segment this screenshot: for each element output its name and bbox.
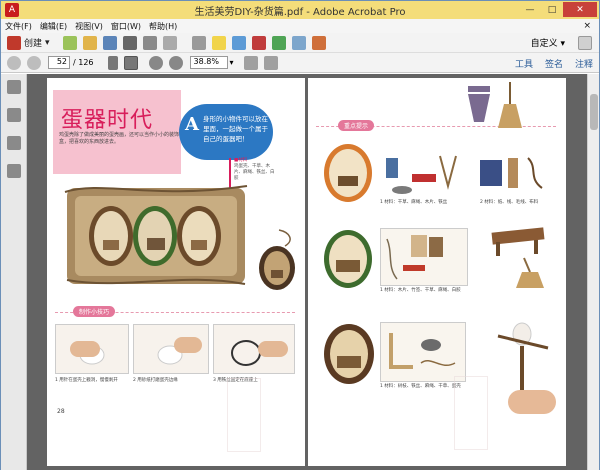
panel-links: 工具 签名 注释 [515, 57, 593, 70]
minimize-button[interactable]: — [519, 2, 541, 17]
hanging-ornament-photo [259, 229, 295, 290]
open-folder-icon[interactable] [82, 35, 97, 50]
settings-icon[interactable] [191, 35, 206, 50]
share-icon[interactable] [311, 35, 326, 50]
zoom-out-icon[interactable] [148, 55, 163, 70]
open-icon[interactable] [62, 35, 77, 50]
bubble-text: 身形的小物件可以放在里面，一起做一个属于自己的蛋器吧！ [203, 115, 268, 143]
document-page-left: 蛋器时代 鸡蛋壳除了做成美丽的蛋壳画，还可以当作小小的装饰盒，把喜欢的东西放进去… [47, 78, 305, 466]
navigation-toolbar: 52 / 126 38.8% ▾ 工具 签名 注释 [1, 53, 599, 73]
close-document-button[interactable]: × [579, 21, 595, 31]
egg-scene-photo-1 [324, 144, 372, 202]
comment-icon[interactable] [211, 35, 226, 50]
caption-1: 1 材料：干草、麻绳、木片、铁丝 [380, 200, 448, 205]
step-text-2: 2 用砂纸打磨蛋壳边缘 [133, 378, 178, 383]
comment-link[interactable]: 注释 [575, 57, 593, 70]
tip-bubble: A 身形的小物件可以放在里面，一起做一个属于自己的蛋器吧！ [179, 104, 273, 160]
step-photo-2 [133, 324, 209, 374]
previous-page-icon[interactable] [7, 55, 21, 70]
edit-icon[interactable] [142, 35, 157, 50]
acrobat-window: A 生活美劳DIY-杂货篇.pdf - Adobe Acrobat Pro — … [0, 0, 600, 470]
step-1-image [70, 341, 105, 365]
bench-broom-photo [491, 227, 545, 288]
customize-menu[interactable]: 自定义 ▾ [531, 36, 565, 49]
sign-link[interactable]: 签名 [545, 57, 563, 70]
materials-photo-1 [386, 155, 457, 194]
step-photo-1 [55, 324, 129, 374]
chevron-down-icon[interactable]: ▾ [230, 58, 234, 67]
menu-view[interactable]: 视图(V) [71, 21, 107, 32]
title-block: 蛋器时代 鸡蛋壳除了做成美丽的蛋壳画，还可以当作小小的装饰盒，把喜欢的东西放进去… [53, 90, 181, 174]
scrollbar-thumb[interactable] [590, 94, 598, 130]
sign-icon[interactable] [251, 35, 266, 50]
section-label-tips: 制作小技巧 [73, 306, 116, 317]
main-product-photo [64, 185, 248, 285]
section-label-key-points: 重点提示 [338, 120, 375, 131]
menu-file[interactable]: 文件(F) [1, 21, 36, 32]
total-pages: / 126 [73, 58, 94, 67]
upload-icon[interactable] [271, 35, 286, 50]
vertical-scrollbar[interactable] [587, 74, 599, 470]
materials-photo-3 [386, 235, 443, 280]
document-viewer[interactable]: 蛋器时代 鸡蛋壳除了做成美丽的蛋壳画，还可以当作小小的装饰盒，把喜欢的东西放进去… [27, 74, 599, 470]
select-tool-icon[interactable] [107, 55, 118, 70]
materials-panel-4 [380, 322, 466, 382]
signatures-icon[interactable] [7, 164, 21, 178]
fit-page-icon[interactable] [243, 55, 258, 70]
create-button[interactable]: 创建 ▾ [1, 35, 53, 51]
zoom-level-input[interactable]: 38.8% [189, 56, 228, 69]
maximize-button[interactable]: □ [541, 2, 563, 17]
egg-scene-photo-2 [324, 230, 372, 288]
bookmarks-icon[interactable] [7, 108, 21, 122]
chevron-down-icon: ▾ [560, 39, 565, 49]
chevron-down-icon: ▾ [45, 37, 50, 48]
print-icon[interactable] [122, 35, 137, 50]
materials-photo-4 [389, 333, 456, 369]
attachments-icon[interactable] [7, 136, 21, 150]
zoom-in-icon[interactable] [168, 55, 183, 70]
tools-link[interactable]: 工具 [515, 57, 533, 70]
step-text-1: 1 用针在蛋壳上戳洞，慢慢剥开 [55, 378, 118, 383]
window-title: 生活美劳DIY-杂货篇.pdf - Adobe Acrobat Pro [194, 6, 406, 18]
menu-window[interactable]: 窗口(W) [107, 21, 145, 32]
document-page-right: 重点提示 1 材料：干草、麻绳、木片、铁丝 2 材料：纸、线、毛线、布料 1 材… [308, 78, 566, 466]
expand-icon[interactable] [578, 35, 592, 50]
materials-panel-3 [380, 228, 468, 286]
menu-help[interactable]: 帮助(H) [145, 21, 181, 32]
page-thumbnails-icon[interactable] [7, 80, 21, 94]
step-2-image [157, 337, 202, 365]
step-3-image [231, 340, 288, 366]
menu-bar: 文件(F) 编辑(E) 视图(V) 窗口(W) 帮助(H) × [1, 19, 599, 33]
window-controls: — □ ✕ [519, 2, 597, 17]
watermark-stamp [454, 376, 488, 450]
full-screen-icon[interactable] [263, 55, 278, 70]
create-icon [7, 35, 21, 50]
next-page-icon[interactable] [27, 55, 41, 70]
email-icon[interactable] [162, 35, 177, 50]
egg-scene-photo-3 [324, 324, 374, 384]
close-button[interactable]: ✕ [563, 2, 597, 17]
menu-edit[interactable]: 编辑(E) [36, 21, 71, 32]
navigation-pane [1, 74, 27, 470]
page-number-input[interactable]: 52 [48, 56, 70, 69]
caption-3: 1 材料：木片、竹签、干草、麻绳、白胶 [380, 288, 461, 293]
page-number: 28 [57, 408, 65, 415]
doll-broom-photo [468, 82, 522, 128]
caption-2: 2 材料：纸、线、毛线、布料 [480, 200, 539, 205]
watermark-stamp [227, 378, 261, 452]
materials-photo-2 [480, 157, 543, 189]
hand-tool-icon[interactable] [123, 55, 138, 70]
form-icon[interactable] [291, 35, 306, 50]
bubble-letter: A [185, 114, 199, 135]
intro-text: 鸡蛋壳除了做成美丽的蛋壳画，还可以当作小小的装饰盒，把喜欢的东西放进去。 [59, 132, 180, 145]
page-title: 蛋器时代 [61, 108, 154, 133]
title-bar: A 生活美劳DIY-杂货篇.pdf - Adobe Acrobat Pro — … [1, 1, 599, 19]
stamp-icon[interactable] [231, 35, 246, 50]
step-photo-3 [213, 324, 295, 374]
save-icon[interactable] [102, 35, 117, 50]
main-toolbar: 创建 ▾ 自定义 ▾ [1, 33, 599, 53]
